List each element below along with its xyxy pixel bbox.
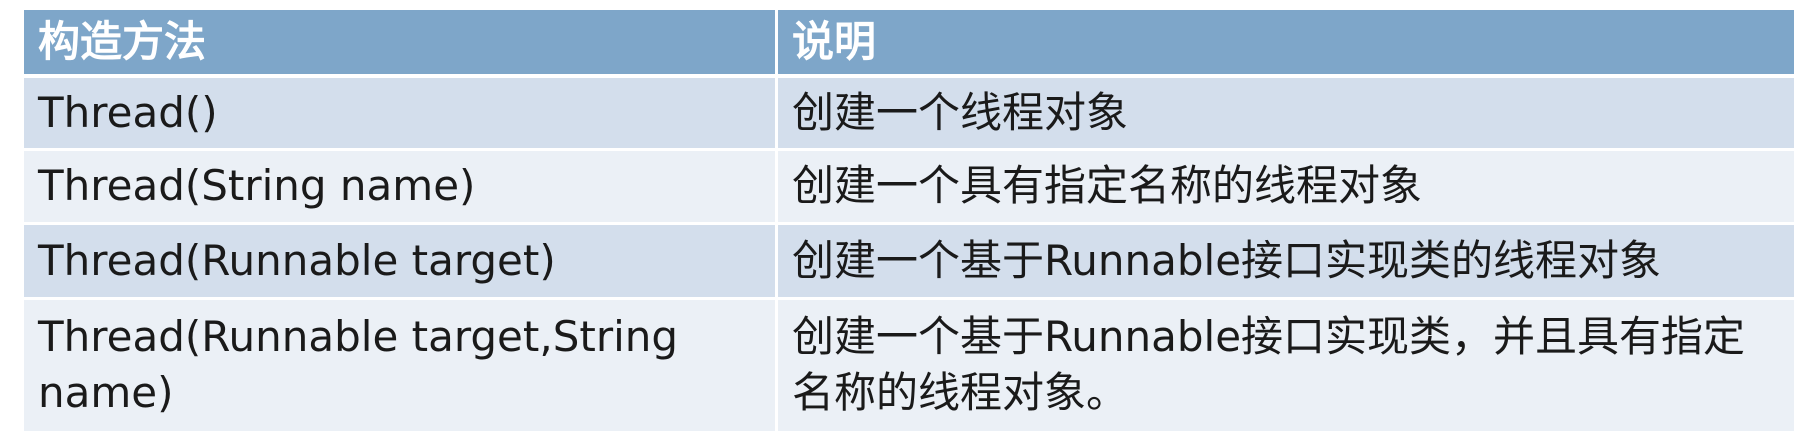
method-cell: Thread(Runnable target,String name) xyxy=(24,299,778,434)
table-row: Thread(Runnable target) 创建一个基于Runnable接口… xyxy=(24,225,1794,300)
table-row: Thread(Runnable target,String name) 创建一个… xyxy=(24,299,1794,434)
header-method: 构造方法 xyxy=(24,10,778,78)
description-cell: 创建一个基于Runnable接口实现类的线程对象 xyxy=(778,225,1794,300)
table-row: Thread(String name) 创建一个具有指定名称的线程对象 xyxy=(24,150,1794,226)
thread-constructors-table: 构造方法 说明 Thread() 创建一个线程对象 Thread(String … xyxy=(24,10,1794,434)
method-cell: Thread() xyxy=(24,78,778,151)
table-header-row: 构造方法 说明 xyxy=(24,10,1794,78)
table-row: Thread() 创建一个线程对象 xyxy=(24,78,1794,151)
constructor-table: 构造方法 说明 Thread() 创建一个线程对象 Thread(String … xyxy=(24,10,1794,434)
method-cell: Thread(Runnable target) xyxy=(24,225,778,300)
description-cell: 创建一个线程对象 xyxy=(778,78,1794,151)
header-description: 说明 xyxy=(778,10,1794,78)
description-cell: 创建一个具有指定名称的线程对象 xyxy=(778,150,1794,226)
method-cell: Thread(String name) xyxy=(24,150,778,226)
description-cell: 创建一个基于Runnable接口实现类，并且具有指定名称的线程对象。 xyxy=(778,299,1794,434)
